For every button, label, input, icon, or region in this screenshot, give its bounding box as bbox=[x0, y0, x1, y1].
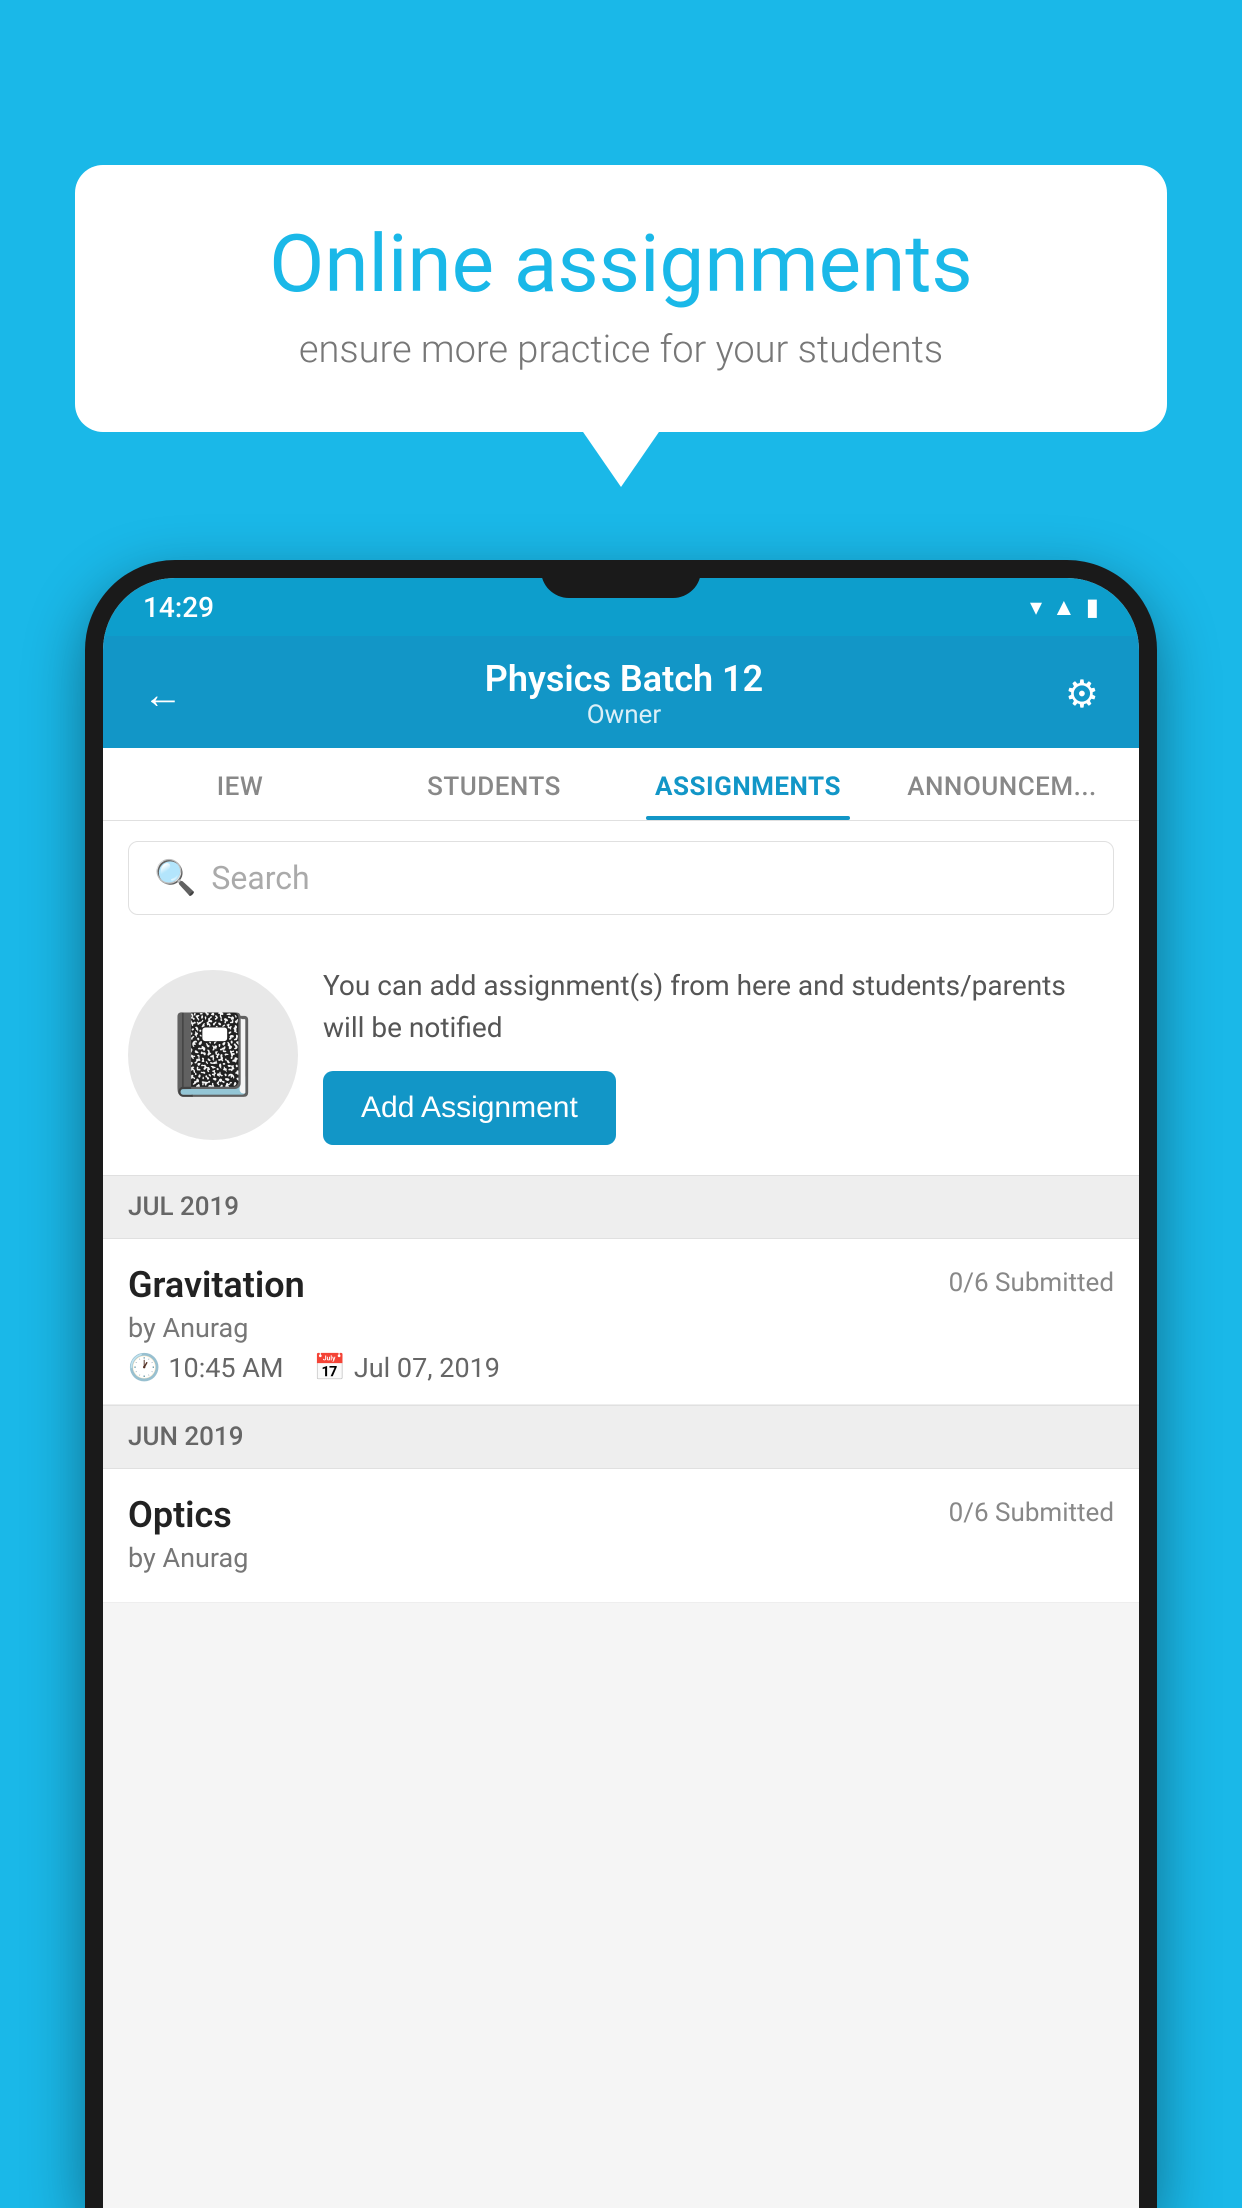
assignment-icon-circle: 📓 bbox=[128, 970, 298, 1140]
header-title: Physics Batch 12 bbox=[485, 658, 763, 700]
tab-announcements[interactable]: ANNOUNCEM... bbox=[875, 748, 1129, 820]
phone-screen: 14:29 ▾ ▲ ▮ ← Physics Batch 12 Owner ⚙ I… bbox=[103, 578, 1139, 2208]
assignment-time-value: 10:45 AM bbox=[168, 1352, 283, 1384]
settings-icon[interactable]: ⚙ bbox=[1065, 672, 1099, 717]
search-container: 🔍 Search bbox=[103, 821, 1139, 935]
notebook-icon: 📓 bbox=[163, 1008, 263, 1102]
wifi-icon: ▾ bbox=[1030, 593, 1042, 621]
assignment-name-optics: Optics bbox=[128, 1494, 232, 1536]
search-icon: 🔍 bbox=[154, 858, 196, 898]
header-center: Physics Batch 12 Owner bbox=[485, 658, 763, 730]
assignment-datetime-gravitation: 🕐 10:45 AM 📅 Jul 07, 2019 bbox=[128, 1352, 1114, 1384]
assignment-date-value: Jul 07, 2019 bbox=[354, 1352, 500, 1384]
assignment-by-optics: by Anurag bbox=[128, 1542, 1114, 1574]
battery-icon: ▮ bbox=[1086, 593, 1099, 621]
assignment-top: Gravitation 0/6 Submitted bbox=[128, 1264, 1114, 1306]
info-card: 📓 You can add assignment(s) from here an… bbox=[103, 935, 1139, 1175]
speech-bubble-subtitle: ensure more practice for your students bbox=[140, 328, 1102, 372]
speech-bubble-title: Online assignments bbox=[140, 220, 1102, 308]
tab-assignments[interactable]: ASSIGNMENTS bbox=[621, 748, 875, 820]
phone-notch bbox=[541, 560, 701, 598]
assignment-date: 📅 Jul 07, 2019 bbox=[314, 1352, 500, 1384]
assignment-time: 🕐 10:45 AM bbox=[128, 1352, 284, 1384]
info-description: You can add assignment(s) from here and … bbox=[323, 965, 1114, 1049]
speech-bubble-container: Online assignments ensure more practice … bbox=[75, 165, 1167, 432]
assignment-name-gravitation: Gravitation bbox=[128, 1264, 305, 1306]
search-bar[interactable]: 🔍 Search bbox=[128, 841, 1114, 915]
calendar-icon: 📅 bbox=[314, 1353, 346, 1383]
app-header: ← Physics Batch 12 Owner ⚙ bbox=[103, 636, 1139, 748]
signal-icon: ▲ bbox=[1052, 593, 1076, 622]
assignment-by-gravitation: by Anurag bbox=[128, 1312, 1114, 1344]
speech-bubble: Online assignments ensure more practice … bbox=[75, 165, 1167, 432]
assignment-submitted-optics: 0/6 Submitted bbox=[949, 1498, 1114, 1528]
add-assignment-button[interactable]: Add Assignment bbox=[323, 1071, 616, 1145]
assignment-top-optics: Optics 0/6 Submitted bbox=[128, 1494, 1114, 1536]
clock-icon: 🕐 bbox=[128, 1353, 160, 1383]
assignment-item-gravitation[interactable]: Gravitation 0/6 Submitted by Anurag 🕐 10… bbox=[103, 1239, 1139, 1405]
tab-iew[interactable]: IEW bbox=[113, 748, 367, 820]
search-placeholder: Search bbox=[211, 859, 309, 897]
tab-students[interactable]: STUDENTS bbox=[367, 748, 621, 820]
info-text-area: You can add assignment(s) from here and … bbox=[323, 965, 1114, 1145]
status-icons: ▾ ▲ ▮ bbox=[1030, 593, 1099, 622]
assignment-item-optics[interactable]: Optics 0/6 Submitted by Anurag bbox=[103, 1469, 1139, 1603]
phone-frame: 14:29 ▾ ▲ ▮ ← Physics Batch 12 Owner ⚙ I… bbox=[85, 560, 1157, 2208]
section-header-jun: JUN 2019 bbox=[103, 1405, 1139, 1469]
assignment-submitted-gravitation: 0/6 Submitted bbox=[949, 1268, 1114, 1298]
header-subtitle: Owner bbox=[485, 700, 763, 730]
section-header-jul: JUL 2019 bbox=[103, 1175, 1139, 1239]
status-time: 14:29 bbox=[143, 591, 214, 624]
back-button[interactable]: ← bbox=[143, 671, 183, 718]
tabs-bar: IEW STUDENTS ASSIGNMENTS ANNOUNCEM... bbox=[103, 748, 1139, 821]
